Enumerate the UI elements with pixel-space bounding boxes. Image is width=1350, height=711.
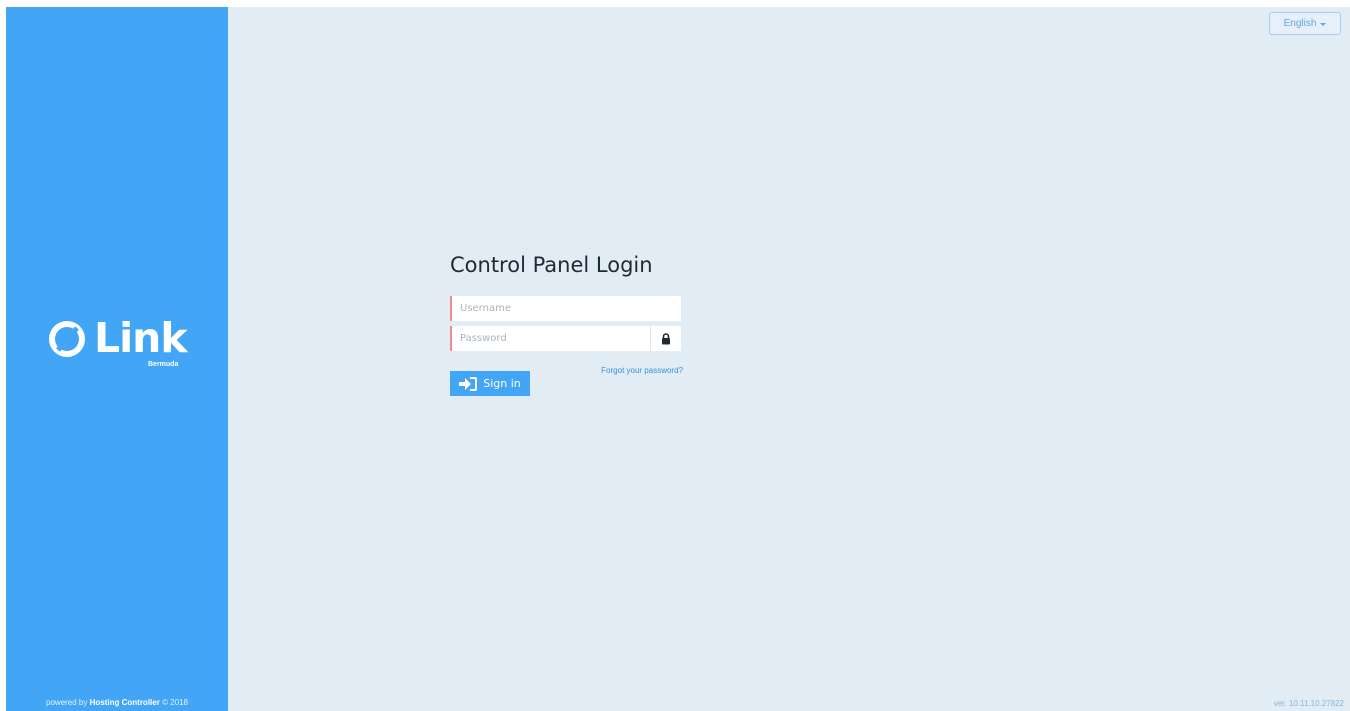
lock-icon <box>662 332 670 344</box>
sidebar: Link Bermuda powered by Hosting Controll… <box>6 7 228 711</box>
login-form: Control Panel Login Forgot your password… <box>450 253 686 396</box>
logo-text: Link <box>94 314 188 362</box>
lock-addon <box>650 326 681 351</box>
powered-by-copyright: © 2018 <box>162 698 188 707</box>
page: Link Bermuda powered by Hosting Controll… <box>6 7 1350 711</box>
version-label: ver. 10.11.10.27822 <box>1273 699 1344 708</box>
language-label: English <box>1283 18 1317 29</box>
logo-subtext: Bermuda <box>148 361 179 368</box>
sign-in-button[interactable]: Sign in <box>450 371 530 396</box>
username-input[interactable] <box>452 296 681 321</box>
powered-by: powered by Hosting Controller © 2018 <box>6 698 228 707</box>
brand-logo: Link Bermuda <box>48 314 188 376</box>
sign-in-icon <box>459 376 478 391</box>
sign-in-label: Sign in <box>483 377 521 390</box>
powered-by-prefix: powered by <box>46 698 88 707</box>
password-field-wrapper <box>450 326 681 351</box>
username-field-wrapper <box>450 296 681 321</box>
caret-down-icon <box>1320 22 1327 26</box>
powered-by-brand: Hosting Controller <box>89 698 160 707</box>
forgot-password-link[interactable]: Forgot your password? <box>591 366 683 375</box>
page-title: Control Panel Login <box>450 253 653 277</box>
password-input[interactable] <box>452 326 650 351</box>
language-dropdown[interactable]: English <box>1269 12 1341 35</box>
link-logo-icon <box>49 321 85 357</box>
